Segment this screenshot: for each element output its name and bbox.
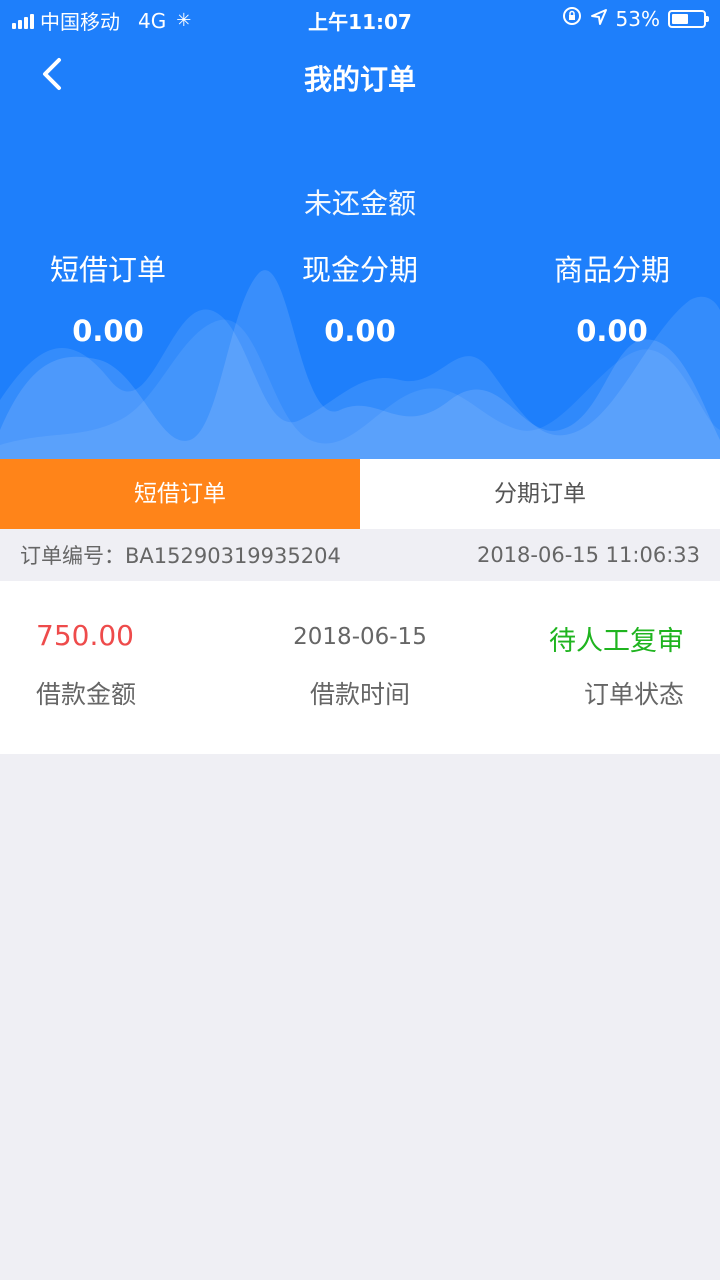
battery-percent: 53% (615, 6, 660, 31)
order-number: 订单编号：BA15290319935204 (20, 540, 341, 570)
order-card[interactable]: 750.00 2018-06-15 待人工复审 借款金额 借款时间 订单状态 (0, 581, 720, 754)
summary-cash-installment: 现金分期 0.00 (240, 250, 480, 348)
order-number-label: 订单编号： (20, 544, 125, 568)
summary-amount: 0.00 (324, 314, 396, 348)
status-bar: 中国移动 4G ✳ 上午11:07 53% (0, 0, 720, 36)
order-status-label: 订单状态 (583, 680, 684, 709)
summary-short-loan: 短借订单 0.00 (0, 250, 228, 348)
nav-bar: 我的订单 (0, 46, 720, 106)
tab-short-loan-orders[interactable]: 短借订单 (0, 459, 360, 529)
tab-installment-orders[interactable]: 分期订单 (360, 459, 720, 529)
order-status: 待人工复审 (549, 626, 684, 657)
order-tabs: 短借订单 分期订单 (0, 459, 720, 529)
summary-amount: 0.00 (72, 314, 144, 348)
loan-date: 2018-06-15 (293, 624, 427, 650)
order-header: 订单编号：BA15290319935204 2018-06-15 11:06:3… (0, 529, 720, 581)
summary-goods-installment: 商品分期 0.00 (492, 250, 720, 348)
loan-amount: 750.00 (36, 619, 134, 652)
loan-date-label: 借款时间 (309, 680, 410, 709)
order-labels-row: 借款金额 借款时间 订单状态 (36, 675, 684, 711)
summary-name: 短借订单 (49, 253, 166, 287)
rotation-lock-icon (562, 6, 582, 31)
summary-amount: 0.00 (576, 314, 648, 348)
order-values-row: 750.00 2018-06-15 待人工复审 (36, 619, 684, 658)
page-title: 我的订单 (303, 63, 416, 96)
summary-name: 商品分期 (553, 253, 670, 287)
loan-amount-label: 借款金额 (36, 680, 137, 709)
summary-name: 现金分期 (301, 253, 418, 287)
order-created-time: 2018-06-15 11:06:33 (476, 543, 700, 567)
summary-amounts: 短借订单 0.00 现金分期 0.00 商品分期 0.00 (0, 250, 720, 348)
order-number-value: BA15290319935204 (125, 544, 341, 568)
location-arrow-icon (590, 7, 608, 31)
status-right: 53% (562, 6, 709, 31)
battery-icon (668, 9, 709, 28)
unpaid-amount-label: 未还金额 (303, 187, 416, 220)
header-banner: 中国移动 4G ✳ 上午11:07 53% 我的订单 未还金额 短借订单 0.0… (0, 0, 720, 459)
